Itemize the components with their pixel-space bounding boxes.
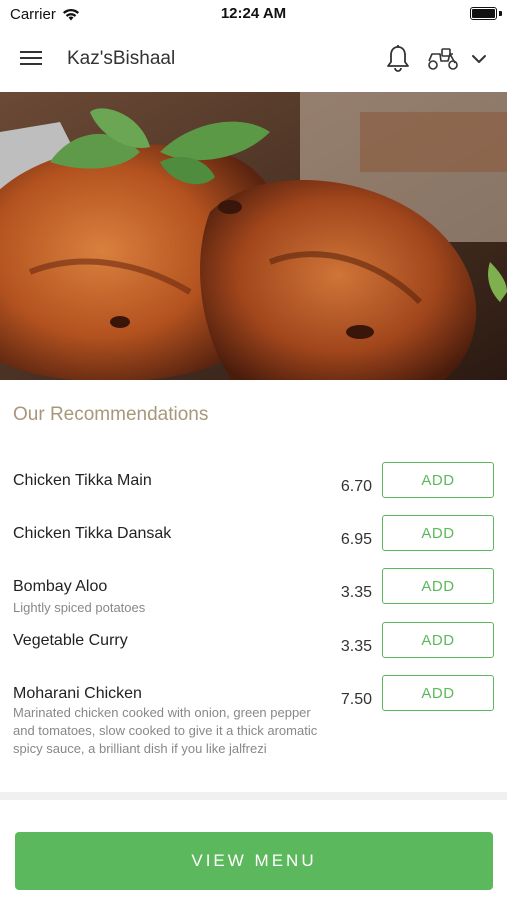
add-button[interactable]: ADD	[382, 622, 494, 658]
status-bar: Carrier 12:24 AM	[0, 0, 507, 28]
menu-item-name: Chicken Tikka Main	[13, 472, 152, 489]
section-divider	[0, 792, 507, 800]
clock: 12:24 AM	[220, 5, 287, 22]
view-menu-button[interactable]: VIEW MENU	[15, 832, 493, 890]
notifications-button[interactable]	[384, 44, 412, 74]
scooter-icon	[428, 48, 458, 70]
menu-button[interactable]	[20, 48, 46, 70]
add-button[interactable]: ADD	[382, 515, 494, 551]
menu-item-price: 3.35	[340, 584, 372, 601]
location-dropdown-button[interactable]	[468, 48, 490, 70]
delivery-mode-button[interactable]	[426, 46, 460, 72]
hero-food-image	[0, 92, 507, 380]
recommendations-title: Our Recommendations	[13, 404, 209, 425]
menu-item-description: Lightly spiced potatoes	[13, 600, 146, 615]
app-title: Kaz'sBishaal	[67, 48, 176, 69]
menu-item-description: Marinated chicken cooked with onion, gre…	[13, 705, 318, 756]
add-button[interactable]: ADD	[382, 462, 494, 498]
menu-icon	[20, 51, 46, 65]
tandoori-chicken-illustration	[0, 92, 507, 380]
bell-icon	[387, 45, 409, 72]
menu-item-price: 3.35	[340, 638, 372, 655]
add-button[interactable]: ADD	[382, 675, 494, 711]
menu-item-name: Chicken Tikka Dansak	[13, 525, 172, 542]
menu-item-name: Bombay Aloo	[13, 578, 108, 595]
battery-tip	[499, 11, 502, 16]
chevron-down-icon	[472, 55, 486, 63]
menu-item-name: Vegetable Curry	[13, 632, 128, 649]
menu-item-price: 6.95	[340, 531, 372, 548]
menu-item-price: 6.70	[340, 478, 372, 495]
menu-item-name: Moharani Chicken	[13, 685, 142, 702]
menu-item-price: 7.50	[340, 691, 372, 708]
add-button[interactable]: ADD	[382, 568, 494, 604]
app-header: Kaz'sBishaal	[0, 28, 507, 92]
battery-icon	[470, 7, 497, 20]
